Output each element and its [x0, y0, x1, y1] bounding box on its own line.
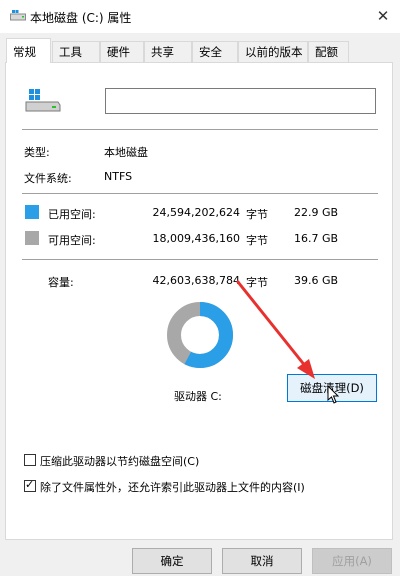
checkmark-icon: ✓ [25, 478, 35, 491]
capacity-bytes: 42,603,638,784 [152, 274, 240, 287]
compress-checkbox[interactable] [24, 454, 36, 466]
title-bar: 本地磁盘 (C:) 属性 ✕ [0, 0, 400, 33]
tab-previous-versions[interactable]: 以前的版本 [238, 41, 308, 62]
filesystem-value: NTFS [104, 170, 133, 183]
drive-name-input[interactable] [105, 88, 376, 114]
used-space-unit: 字节 [246, 208, 268, 221]
index-label: 除了文件属性外，还允许索引此驱动器上文件的内容(I) [40, 481, 305, 494]
capacity-label: 容量: [48, 276, 74, 289]
tab-tools[interactable]: 工具 [52, 41, 100, 62]
tab-security[interactable]: 安全 [192, 41, 238, 62]
free-space-unit: 字节 [246, 234, 268, 247]
drive-icon [10, 10, 26, 21]
filesystem-label: 文件系统: [24, 172, 72, 185]
tab-general[interactable]: 常规 [6, 38, 51, 63]
separator [22, 259, 378, 260]
tab-quota[interactable]: 配额 [308, 41, 349, 62]
free-space-label: 可用空间: [48, 234, 96, 247]
usage-donut-chart [167, 302, 233, 368]
capacity-size: 39.6 GB [294, 274, 339, 287]
tab-sharing[interactable]: 共享 [144, 41, 192, 62]
capacity-unit: 字节 [246, 276, 268, 289]
separator [22, 193, 378, 194]
close-icon: ✕ [376, 7, 390, 25]
separator [22, 129, 378, 130]
tab-strip: 常规 工具 硬件 共享 安全 以前的版本 配额 [6, 38, 394, 63]
used-space-bytes: 24,594,202,624 [152, 206, 240, 219]
free-space-size: 16.7 GB [294, 232, 339, 245]
mouse-cursor-icon [327, 385, 340, 404]
type-label: 类型: [24, 146, 50, 159]
used-space-swatch [25, 205, 39, 219]
used-space-label: 已用空间: [48, 208, 96, 221]
apply-button[interactable]: 应用(A) [312, 548, 392, 574]
free-space-bytes: 18,009,436,160 [152, 232, 240, 245]
drive-letter-label: 驱动器 C: [174, 390, 222, 403]
used-space-size: 22.9 GB [294, 206, 339, 219]
cancel-button[interactable]: 取消 [222, 548, 302, 574]
close-button[interactable]: ✕ [366, 0, 400, 33]
tab-hardware[interactable]: 硬件 [100, 41, 144, 62]
drive-icon [25, 89, 61, 112]
ok-button[interactable]: 确定 [132, 548, 212, 574]
type-value: 本地磁盘 [104, 146, 148, 159]
window-title: 本地磁盘 (C:) 属性 [30, 11, 132, 25]
free-space-swatch [25, 231, 39, 245]
index-checkbox[interactable]: ✓ [24, 478, 36, 492]
compress-label: 压缩此驱动器以节约磁盘空间(C) [40, 455, 200, 468]
